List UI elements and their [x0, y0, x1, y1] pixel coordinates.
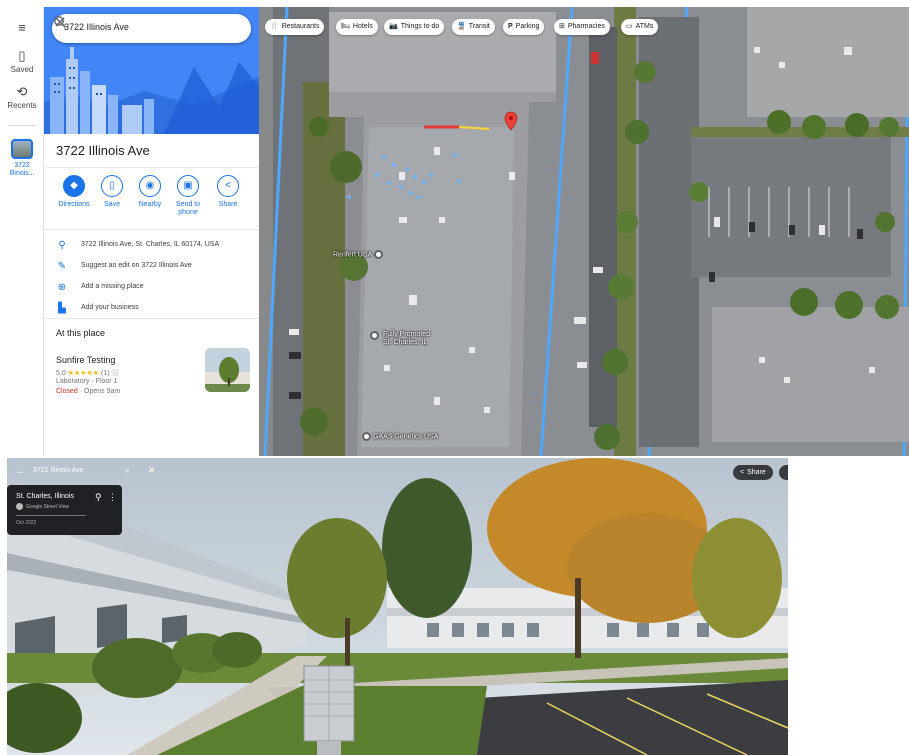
- nearby-label: Nearby: [138, 201, 162, 208]
- nearby-button[interactable]: ◉ Nearby: [130, 175, 170, 209]
- search-input[interactable]: 3722 Illinois Ave: [64, 22, 129, 32]
- history-icon: ⟲: [16, 84, 28, 99]
- suggest-edit-text: Suggest an edit on 3722 Illinois Ave: [81, 262, 192, 269]
- location-name: St. Charles, Illinois: [16, 493, 74, 500]
- restaurant-icon: 🍴: [270, 23, 279, 30]
- share-button[interactable]: < Share: [208, 175, 248, 209]
- share-icon: <: [217, 175, 239, 197]
- business-photo[interactable]: [205, 348, 250, 392]
- search-box[interactable]: 3722 Illinois Ave: [52, 14, 251, 43]
- directions-label: Directions: [58, 201, 90, 208]
- maps-screenshot: ≡ ▯ Saved ⟲ Recents 3722 Illinois... 372…: [0, 0, 909, 456]
- chip-restaurants[interactable]: 🍴 Restaurants: [265, 19, 325, 35]
- recents-button[interactable]: ⟲ Recents: [0, 84, 44, 111]
- menu-button[interactable]: ≡: [0, 21, 44, 37]
- saved-button[interactable]: ▯ Saved: [0, 48, 44, 75]
- business-icon: ▙: [58, 303, 66, 314]
- close-icon[interactable]: [52, 14, 68, 30]
- add-business-text: Add your business: [81, 304, 139, 311]
- place-hero-illustration: 3722 Illinois Ave: [44, 7, 259, 134]
- street-view-screenshot[interactable]: ← 3722 Illinois Ave ⌕ ✕ < Share St. Charl…: [7, 458, 788, 755]
- chip-pharmacies[interactable]: ⊞ Pharmacies: [554, 19, 610, 35]
- business-name[interactable]: Sunfire Testing: [56, 355, 115, 365]
- place-marker-icon: [373, 250, 383, 259]
- capture-date: Oct 2022: [16, 520, 37, 526]
- save-button[interactable]: ▯ Save: [92, 175, 132, 209]
- recent-place-label-2: Illinois...: [9, 170, 35, 177]
- chip-things-to-do[interactable]: 📷 Things to do: [384, 19, 445, 35]
- map-label-genetics[interactable]: GAAS Genetics USA: [362, 432, 438, 441]
- location-pin-icon: ⚲: [58, 240, 66, 251]
- location-pin-icon[interactable]: ⚲: [95, 492, 102, 503]
- business-type: Laboratory · Floor 1: [56, 378, 118, 385]
- chip-hotels[interactable]: 🛏 Hotels: [336, 19, 378, 35]
- close-icon[interactable]: ✕: [148, 465, 156, 476]
- left-rail: ≡ ▯ Saved ⟲ Recents 3722 Illinois...: [0, 7, 44, 456]
- hotel-icon: 🛏: [341, 23, 350, 30]
- divider: [44, 318, 259, 319]
- divider: [44, 229, 259, 230]
- search-icon[interactable]: ⌕: [125, 466, 129, 476]
- info-icon: ⓘ: [111, 370, 119, 377]
- pharmacy-icon: ⊞: [559, 23, 565, 30]
- divider: [44, 167, 259, 168]
- more-options-button[interactable]: [779, 465, 788, 480]
- share-icon: <: [740, 469, 745, 476]
- directions-button[interactable]: ◆ Directions: [54, 175, 94, 209]
- atm-icon: ▭: [626, 23, 633, 30]
- street-view-brand: Google Street View: [26, 504, 69, 510]
- send-to-phone-button[interactable]: ▣ Send to phone: [168, 175, 208, 217]
- pencil-icon: ✎: [57, 261, 67, 272]
- send-to-phone-label: Send to phone: [175, 201, 201, 216]
- place-thumbnail: [11, 139, 33, 159]
- street-view-toolbar: ← 3722 Illinois Ave ⌕ ✕ < Share: [7, 458, 788, 484]
- satellite-map[interactable]: Renfert USA Fully Promoted St. Charles, I…: [259, 7, 909, 456]
- chip-parking[interactable]: P Parking: [503, 19, 545, 35]
- share-label: Share: [218, 201, 238, 208]
- street-view-search-text[interactable]: 3722 Illinois Ave: [33, 467, 83, 474]
- saved-label: Saved: [10, 65, 34, 74]
- directions-icon: ◆: [63, 175, 85, 197]
- bookmark-icon: ▯: [101, 175, 123, 197]
- street-view-info-card: St. Charles, Illinois ⚲ ⋮ Google Street …: [7, 485, 122, 535]
- camera-icon: 📷: [389, 23, 398, 30]
- parking-icon: P: [508, 23, 513, 30]
- add-missing-place-text: Add a missing place: [81, 283, 144, 290]
- star-rating-icon: ★★★★★: [67, 370, 100, 377]
- back-arrow-icon[interactable]: ←: [16, 466, 26, 477]
- save-label: Save: [104, 201, 120, 208]
- chip-atms[interactable]: ▭ ATMs: [621, 19, 659, 35]
- hamburger-icon: ≡: [18, 20, 26, 35]
- send-to-phone-icon: ▣: [177, 175, 199, 197]
- business-rating: 5.0 ★★★★★ (1) ⓘ: [56, 370, 119, 377]
- chip-transit[interactable]: 🚆 Transit: [452, 19, 495, 35]
- street-view-logo-icon: [16, 503, 23, 510]
- divider: [16, 515, 86, 516]
- place-marker-icon: [370, 331, 379, 340]
- place-title: 3722 Illinois Ave: [56, 143, 150, 158]
- recent-place-button[interactable]: 3722 Illinois...: [0, 139, 44, 178]
- add-place-icon: ⊕: [57, 282, 67, 293]
- bookmark-icon: ▯: [18, 48, 26, 63]
- map-label-fully-promoted[interactable]: Fully Promoted St. Charles, IL: [370, 331, 430, 347]
- address-text: 3722 Illinois Ave, St. Charles, IL 60174…: [81, 241, 220, 248]
- closed-status: Closed: [56, 388, 78, 395]
- nearby-icon: ◉: [139, 175, 161, 197]
- rail-divider: [8, 125, 36, 126]
- recent-place-label-1: 3722: [14, 162, 30, 169]
- place-panel: 3722 Illinois Ave 3722 Illinois Ave ◆ Di…: [44, 7, 259, 456]
- at-this-place-heading: At this place: [56, 328, 106, 338]
- recents-label: Recents: [7, 101, 37, 110]
- share-button[interactable]: < Share: [733, 465, 773, 480]
- place-marker-icon: [362, 432, 371, 441]
- more-vertical-icon[interactable]: ⋮: [108, 492, 117, 503]
- business-hours: Closed · Opens 9am: [56, 388, 121, 395]
- map-label-renfert[interactable]: Renfert USA: [333, 250, 385, 259]
- transit-icon: 🚆: [457, 23, 466, 30]
